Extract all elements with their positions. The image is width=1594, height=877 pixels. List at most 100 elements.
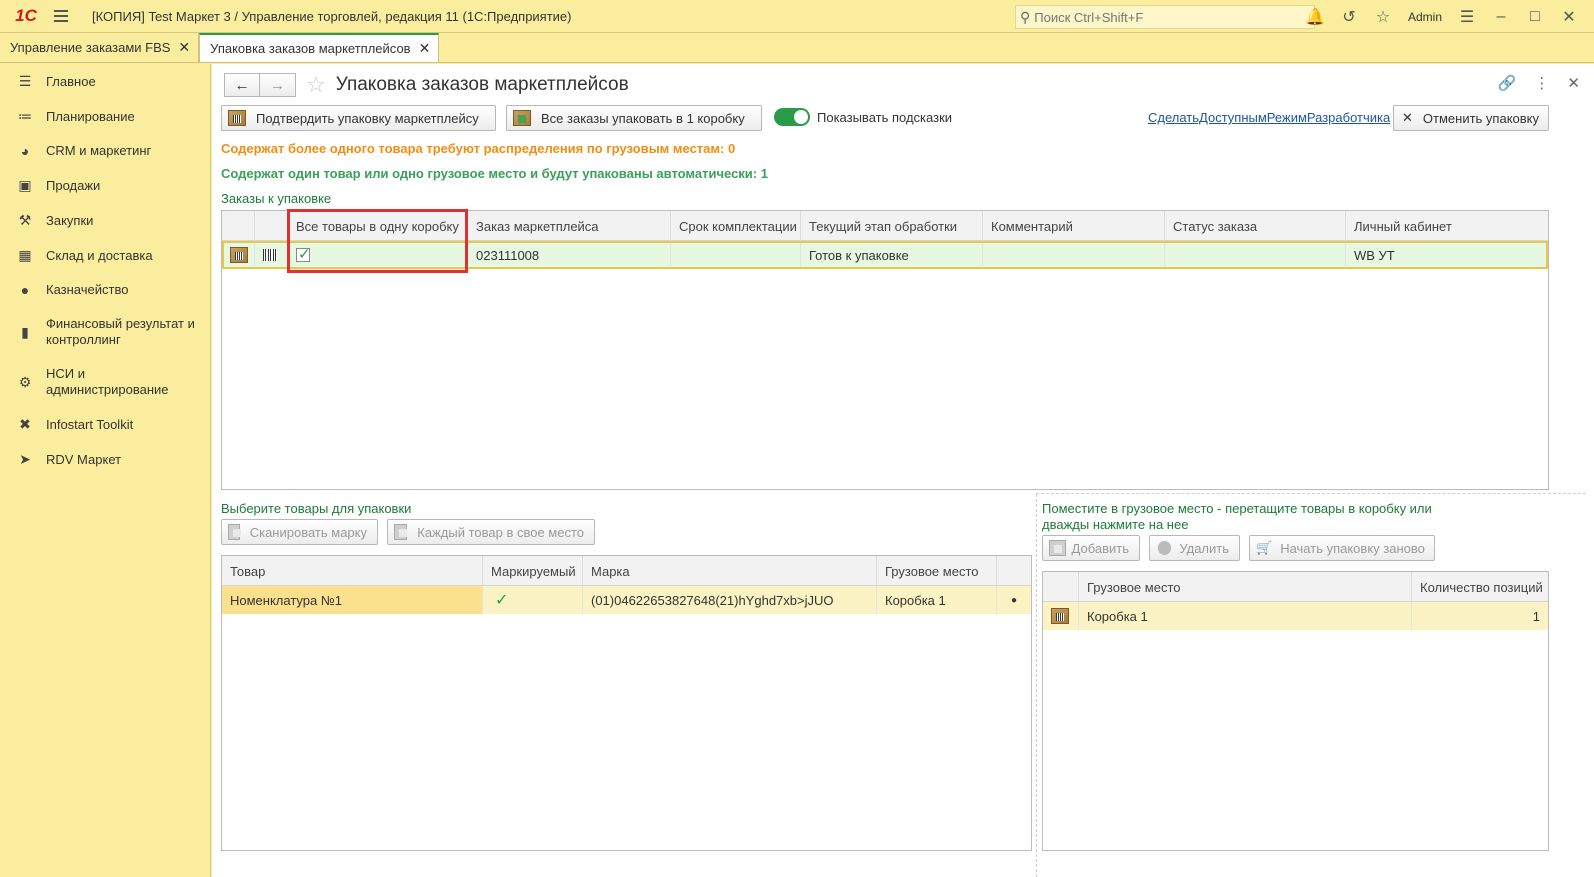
user-name[interactable]: Admin	[1402, 10, 1448, 24]
app-logo: 1С	[15, 6, 37, 25]
box-cell	[1043, 602, 1079, 630]
warehouse-grid-icon: ▦	[18, 247, 32, 263]
icon-column-header	[1043, 572, 1079, 602]
close-tab-icon[interactable]: ✕	[419, 40, 431, 57]
places-table[interactable]: Грузовое место Количество позиций Коробк…	[1042, 571, 1549, 851]
box-barcode-icon	[230, 247, 248, 263]
column-header[interactable]: Товар	[222, 556, 483, 586]
sidebar-item-infostart[interactable]: ✖ Infostart Toolkit	[0, 407, 210, 442]
scan-mark-button[interactable]: Сканировать марку	[221, 519, 378, 545]
column-header[interactable]: Личный кабинет	[1346, 211, 1548, 241]
sidebar-item-treasury[interactable]: ● Казначейство	[0, 273, 210, 307]
hints-toggle[interactable]	[774, 108, 810, 126]
column-header[interactable]: Срок комплектации	[671, 211, 801, 241]
pie-chart-icon: ◕	[20, 143, 30, 159]
checkmark-icon: ✓	[495, 592, 509, 609]
gear-icon: ⚙	[18, 373, 32, 390]
goods-table[interactable]: Товар Маркируемый Марка Грузовое место Н…	[221, 555, 1032, 851]
sidebar-item-rdv[interactable]: ➤ RDV Маркет	[0, 442, 210, 477]
sidebar-item-sales[interactable]: ▣ Продажи	[0, 168, 210, 203]
developer-mode-link[interactable]: СделатьДоступнымРежимРазработчика	[1148, 110, 1390, 125]
cart-icon: 🛒	[1256, 540, 1273, 555]
sidebar-item-crm[interactable]: ◕ CRM и маркетинг	[0, 134, 210, 168]
titlebar-icons: 🔔 ↺ ☆ Admin ☰ – □ ✕	[1300, 0, 1584, 33]
sidebar-item-label: Главное	[46, 73, 96, 89]
favorites-star-icon[interactable]: ☆	[1368, 2, 1398, 32]
global-search[interactable]: ⚲	[1015, 5, 1315, 29]
column-header[interactable]: Статус заказа	[1165, 211, 1346, 241]
add-place-button[interactable]: Добавить	[1042, 535, 1140, 561]
planning-chart-icon: ≔	[18, 108, 32, 124]
forward-button[interactable]: →	[260, 73, 296, 97]
maximize-icon[interactable]: □	[1520, 2, 1550, 32]
cancel-packing-button[interactable]: ✕ Отменить упаковку	[1393, 105, 1549, 131]
button-label: Каждый товар в свое место	[417, 524, 584, 540]
item-cell: Номенклатура №1	[222, 586, 483, 614]
packing-form: ← → ☆ Упаковка заказов маркетплейсов 🔗 ⋮…	[212, 64, 1594, 877]
row-menu-cell[interactable]: ●	[997, 586, 1031, 614]
delete-icon	[1158, 541, 1172, 555]
column-header[interactable]: Заказ маркетплейса	[468, 211, 671, 241]
back-button[interactable]: ←	[224, 73, 260, 97]
table-row[interactable]: Коробка 1 1	[1043, 602, 1548, 630]
sidebar-item-main[interactable]: ☰ Главное	[0, 64, 210, 99]
one-box-cell[interactable]	[288, 241, 468, 269]
orders-table-header: Все товары в одну коробку Заказ маркетпл…	[222, 211, 1548, 241]
one-box-checkbox[interactable]	[296, 245, 311, 263]
close-window-icon[interactable]: ✕	[1554, 2, 1584, 32]
search-icon: ⚲	[1020, 8, 1031, 25]
restart-packing-button[interactable]: 🛒 Начать упаковку заново	[1249, 535, 1435, 561]
minimize-icon[interactable]: –	[1486, 2, 1516, 32]
table-row[interactable]: Номенклатура №1 ✓ (01)04622653827648(21)…	[222, 586, 1031, 614]
column-header[interactable]: Маркируемый	[483, 556, 583, 586]
sidebar-item-label: Казначейство	[46, 282, 129, 297]
column-header[interactable]: Грузовое место	[877, 556, 997, 586]
sidebar-item-warehouse[interactable]: ▦ Склад и доставка	[0, 238, 210, 273]
settings-menu-icon[interactable]: ☰	[1452, 2, 1482, 32]
column-header[interactable]: Количество позиций	[1412, 572, 1548, 602]
favorite-star-icon[interactable]: ☆	[306, 72, 326, 98]
main-menu-icon[interactable]	[46, 0, 76, 33]
coins-icon: ●	[20, 282, 30, 298]
marked-cell: ✓	[483, 586, 583, 614]
barcode-cell	[255, 241, 288, 269]
sidebar-item-label: Закупки	[46, 212, 94, 228]
tab-packing[interactable]: Упаковка заказов маркетплейсов ✕	[199, 33, 440, 62]
scan-icon	[228, 524, 241, 540]
table-row[interactable]: 023111008 Готов к упаковке WB УТ	[222, 241, 1548, 269]
pack-all-one-box-button[interactable]: Все заказы упаковать в 1 коробку	[506, 105, 762, 131]
column-header[interactable]: Грузовое место	[1079, 572, 1412, 602]
column-header[interactable]: Все товары в одну коробку	[288, 211, 468, 241]
sidebar-item-label: Склад и доставка	[46, 247, 153, 263]
sidebar-item-purchases[interactable]: ⚒ Закупки	[0, 203, 210, 238]
confirm-packing-button[interactable]: Подтвердить упаковку маркетплейсу	[221, 105, 496, 131]
delete-place-button[interactable]: Удалить	[1149, 535, 1240, 561]
status-cell	[1165, 241, 1346, 269]
search-input[interactable]	[1034, 9, 1305, 25]
form-header: ← → ☆ Упаковка заказов маркетплейсов	[224, 72, 629, 98]
more-menu-icon[interactable]: ⋮	[1534, 74, 1549, 92]
place-cell: Коробка 1	[1079, 602, 1412, 630]
sidebar-item-planning[interactable]: ≔ Планирование	[0, 99, 210, 134]
column-header[interactable]: Комментарий	[983, 211, 1165, 241]
term-cell	[671, 241, 801, 269]
link-icon[interactable]: 🔗	[1498, 74, 1517, 92]
button-label: Удалить	[1179, 540, 1229, 556]
column-header[interactable]: Текущий этап обработки	[801, 211, 983, 241]
orders-table[interactable]: Все товары в одну коробку Заказ маркетпл…	[221, 210, 1549, 490]
close-form-icon[interactable]: ✕	[1567, 74, 1580, 92]
button-label: Сканировать марку	[249, 524, 367, 540]
dot-icon[interactable]: ●	[1011, 595, 1017, 606]
tab-fbs-orders[interactable]: Управление заказами FBS ✕	[0, 33, 200, 62]
column-header[interactable]: Марка	[583, 556, 877, 586]
each-item-own-place-button[interactable]: Каждый товар в свое место	[387, 519, 595, 545]
close-tab-icon[interactable]: ✕	[178, 39, 190, 56]
sidebar-item-admin[interactable]: ⚙ НСИ и администрирование	[0, 357, 210, 407]
order-cell: 023111008	[468, 241, 671, 269]
open-tabs-bar: Управление заказами FBS ✕ Упаковка заказ…	[0, 33, 1594, 63]
sidebar-item-finance[interactable]: ▮ Финансовый результат и контроллинг	[0, 307, 210, 357]
sidebar-item-label: НСИ и администрирование	[46, 366, 169, 397]
history-icon[interactable]: ↺	[1334, 2, 1364, 32]
bell-icon[interactable]: 🔔	[1300, 2, 1330, 32]
place-goods-label: Поместите в грузовое место - перетащите …	[1042, 501, 1432, 533]
